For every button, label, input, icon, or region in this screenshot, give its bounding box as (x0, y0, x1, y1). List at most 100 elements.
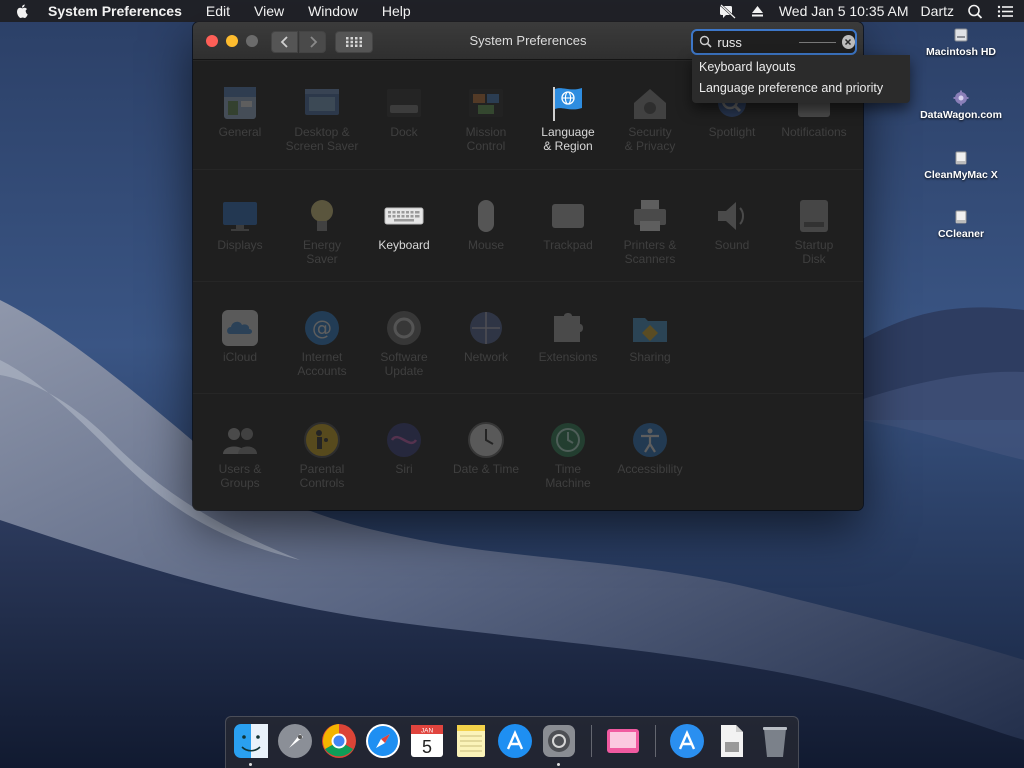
pref-accessibility[interactable]: Accessibility (609, 420, 691, 477)
pref-label: Date & Time (452, 462, 520, 476)
dock-system-preferences[interactable] (540, 722, 578, 766)
pref-sound[interactable]: Sound (691, 196, 773, 253)
pref-label: Spotlight (708, 125, 756, 139)
desktop-icon-macintosh-hd[interactable]: Macintosh HD (906, 27, 1016, 58)
search-field[interactable] (691, 29, 857, 55)
pref-siri[interactable]: Siri (363, 420, 445, 477)
pref-label: Mouse (467, 238, 505, 252)
window-close-button[interactable] (206, 35, 218, 47)
pref-parental-controls[interactable]: Parental Controls (281, 420, 363, 490)
dock-app-store[interactable] (496, 722, 534, 760)
pref-mission-control[interactable]: Mission Control (445, 83, 527, 153)
pref-network[interactable]: Network (445, 308, 527, 365)
cleanmymac-icon (607, 729, 639, 753)
compass-icon (366, 724, 400, 758)
pref-date-time[interactable]: Date & Time (445, 420, 527, 477)
search-results-dropdown: Keyboard layouts Language preference and… (692, 55, 910, 103)
pref-label: iCloud (222, 350, 258, 364)
printer-icon (630, 196, 670, 236)
menubar-user[interactable]: Dartz (921, 3, 954, 19)
pref-sharing[interactable]: Sharing (609, 308, 691, 365)
pref-label: Extensions (538, 350, 598, 364)
finder-icon (234, 724, 268, 758)
svg-text:@: @ (312, 316, 332, 340)
parental-controls-icon (302, 420, 342, 460)
search-track (799, 41, 836, 43)
pref-label: Energy Saver (302, 238, 342, 266)
show-all-button[interactable] (335, 31, 373, 53)
dock-launchpad[interactable] (276, 722, 314, 760)
menubar-clock[interactable]: Wed Jan 5 10:35 AM (779, 3, 909, 19)
pref-keyboard[interactable]: Keyboard (359, 178, 449, 268)
pref-language-region[interactable]: Language & Region (523, 65, 613, 155)
pref-label: Trackpad (543, 238, 593, 252)
menu-window[interactable]: Window (302, 3, 364, 19)
menu-help[interactable]: Help (376, 3, 417, 19)
rocket-icon (278, 724, 312, 758)
siri-icon (384, 420, 424, 460)
pref-security-privacy[interactable]: Security & Privacy (609, 83, 691, 153)
search-result-language-preference[interactable]: Language preference and priority (692, 78, 910, 99)
pref-label: Language & Region (541, 125, 595, 153)
dock-downloads-app-store[interactable] (668, 722, 706, 760)
pref-label: Internet Accounts (297, 350, 347, 378)
dock-icon (384, 83, 424, 123)
desktop-icon-ccleaner[interactable]: CCleaner (906, 209, 1016, 240)
pref-desktop-screen-saver[interactable]: Desktop & Screen Saver (281, 83, 363, 153)
desktop-icon-cleanmymac[interactable]: CleanMyMac X (906, 150, 1016, 181)
dock-downloads[interactable] (712, 722, 750, 760)
app-menu-system-preferences[interactable]: System Preferences (42, 3, 188, 19)
window-zoom-button[interactable] (246, 35, 258, 47)
pref-icloud[interactable]: iCloud (199, 308, 281, 365)
dock-calendar[interactable]: JAN 5 (408, 722, 446, 760)
gear-icon (384, 308, 424, 348)
pref-software-update[interactable]: Software Update (363, 308, 445, 378)
dock-chrome[interactable] (320, 722, 358, 760)
clear-search-icon[interactable] (841, 35, 855, 49)
dock-notes[interactable] (452, 722, 490, 760)
menu-edit[interactable]: Edit (200, 3, 236, 19)
notes-icon (457, 725, 485, 757)
notifications-disabled-icon[interactable] (719, 3, 737, 19)
dock-cleanmymac[interactable] (604, 722, 642, 760)
mouse-icon (466, 196, 506, 236)
eject-icon[interactable] (749, 3, 767, 19)
dock-safari[interactable] (364, 722, 402, 760)
pref-extensions[interactable]: Extensions (527, 308, 609, 365)
window-minimize-button[interactable] (226, 35, 238, 47)
forward-button[interactable] (299, 31, 326, 53)
pref-label: Displays (217, 238, 263, 252)
pref-energy-saver[interactable]: Energy Saver (281, 196, 363, 266)
search-input[interactable] (717, 34, 798, 50)
sharing-folder-icon (630, 308, 670, 348)
apple-menu-icon[interactable] (14, 3, 42, 19)
document-icon (721, 725, 743, 757)
pref-startup-disk[interactable]: Startup Disk (773, 196, 855, 266)
pref-general[interactable]: General (199, 83, 281, 140)
grid-icon (346, 37, 362, 47)
pref-dock[interactable]: Dock (363, 83, 445, 140)
dock-finder[interactable] (232, 722, 270, 766)
pref-displays[interactable]: Displays (199, 196, 281, 253)
dock-trash[interactable] (756, 722, 794, 760)
pref-label: Notifications (781, 125, 847, 139)
pref-mouse[interactable]: Mouse (445, 196, 527, 253)
startup-disk-icon (794, 196, 834, 236)
pref-printers-scanners[interactable]: Printers & Scanners (609, 196, 691, 266)
time-machine-icon (548, 420, 588, 460)
spotlight-search-icon[interactable] (966, 3, 984, 19)
trash-icon (763, 727, 787, 757)
clock-icon (466, 420, 506, 460)
menu-view[interactable]: View (248, 3, 290, 19)
notification-center-icon[interactable] (996, 3, 1014, 19)
pref-time-machine[interactable]: Time Machine (527, 420, 609, 490)
search-result-keyboard-layouts[interactable]: Keyboard layouts (692, 57, 910, 78)
pref-trackpad[interactable]: Trackpad (527, 196, 609, 253)
desktop-icon-datawagon[interactable]: DataWagon.com (906, 90, 1016, 121)
dock-separator (591, 725, 592, 757)
back-button[interactable] (271, 31, 298, 53)
pref-users-groups[interactable]: Users & Groups (199, 420, 281, 490)
pref-internet-accounts[interactable]: @ Internet Accounts (281, 308, 363, 378)
pref-label: Desktop & Screen Saver (285, 125, 359, 153)
house-lock-icon (630, 83, 670, 123)
